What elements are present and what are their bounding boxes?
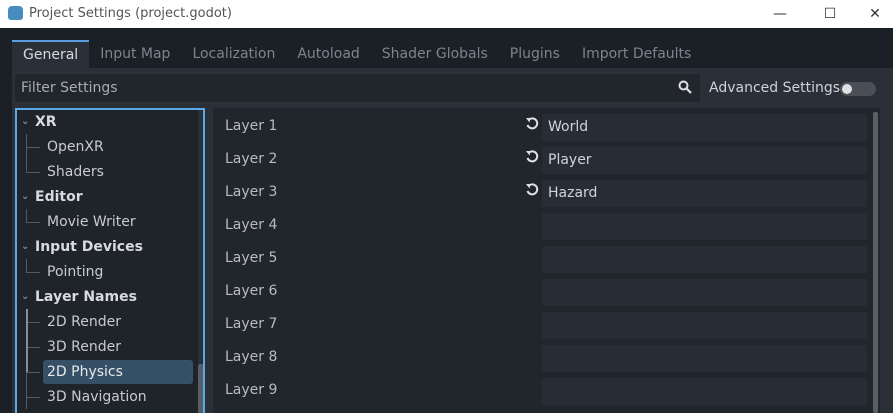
tab-plugins[interactable]: Plugins <box>499 40 571 68</box>
tree-item-label: 2D Render <box>47 314 121 330</box>
tree-line <box>26 222 40 223</box>
layer-row: Layer 2 Player <box>213 143 868 174</box>
tree-line <box>26 309 28 372</box>
tree-item-label: Shaders <box>47 164 104 180</box>
tree-item-label: 3D Navigation <box>47 389 147 405</box>
layer-row: Layer 5 <box>213 242 868 273</box>
tree-item-shaders[interactable]: Shaders <box>43 160 108 184</box>
tree-line <box>26 322 40 323</box>
tree-item-label: Input Devices <box>35 239 143 255</box>
chevron-down-icon[interactable]: ⌄ <box>21 285 29 309</box>
chevron-down-icon[interactable]: ⌄ <box>21 235 29 259</box>
layer-name-input[interactable] <box>542 378 867 405</box>
tab-input-map[interactable]: Input Map <box>89 40 181 68</box>
layer-row: Layer 9 <box>213 374 868 405</box>
tree-item-label: 3D Render <box>47 339 121 355</box>
tab-localization[interactable]: Localization <box>181 40 286 68</box>
advanced-settings-toggle[interactable] <box>840 82 876 96</box>
layer-label: Layer 6 <box>225 283 278 299</box>
tree-item-pointing[interactable]: Pointing <box>43 260 107 284</box>
tree-item-xr[interactable]: ⌄ XR <box>21 110 57 134</box>
tree-item-openxr[interactable]: OpenXR <box>43 135 108 159</box>
tree-line <box>26 209 27 222</box>
chevron-down-icon[interactable]: ⌄ <box>21 110 29 134</box>
tree-item-label: Layer Names <box>35 289 137 305</box>
tree-item-label: OpenXR <box>47 139 104 155</box>
tree-item-label: Movie Writer <box>47 214 136 230</box>
layer-names-list: Layer 1 World Layer 2 Player Layer 3 Hazard La… <box>213 108 880 413</box>
tree-item-3d-render[interactable]: 3D Render <box>43 335 125 359</box>
tree-item-label: Editor <box>35 189 83 205</box>
settings-tree: ⌄ XR OpenXR Shaders ⌄ Editor Movie Writer ⌄ Inpu… <box>15 108 205 413</box>
tree-item-label: XR <box>35 114 57 130</box>
revert-icon[interactable] <box>525 149 539 163</box>
tree-line <box>26 347 40 348</box>
tree-item-label: 2D Physics <box>47 364 123 380</box>
main-scrollbar[interactable] <box>873 112 878 413</box>
layer-name-input[interactable] <box>542 246 867 273</box>
layer-label: Layer 4 <box>225 217 278 233</box>
tree-item-label: Pointing <box>47 264 104 280</box>
layer-name-input[interactable]: World <box>542 114 867 141</box>
close-button[interactable]: ✕ <box>860 3 890 25</box>
layer-name-input[interactable] <box>542 279 867 306</box>
tab-general[interactable]: General <box>12 40 90 68</box>
search-icon <box>678 80 692 94</box>
godot-logo-icon <box>8 6 23 20</box>
tree-item-movie-writer[interactable]: Movie Writer <box>43 210 140 234</box>
tab-shader-globals[interactable]: Shader Globals <box>371 40 499 68</box>
filter-settings-input[interactable]: Filter Settings <box>15 74 700 102</box>
chevron-down-icon[interactable]: ⌄ <box>21 185 29 209</box>
tree-item-editor[interactable]: ⌄ Editor <box>21 185 83 209</box>
maximize-button[interactable]: ☐ <box>815 3 845 25</box>
layer-name-input[interactable]: Player <box>542 147 867 174</box>
layer-label: Layer 2 <box>225 151 278 167</box>
layer-label: Layer 8 <box>225 349 278 365</box>
minimize-button[interactable]: — <box>765 3 795 25</box>
layer-name-input[interactable] <box>542 312 867 339</box>
layer-label: Layer 7 <box>225 316 278 332</box>
tree-scrollbar-thumb[interactable] <box>198 364 203 413</box>
layer-name-input[interactable]: Hazard <box>542 180 867 207</box>
revert-icon[interactable] <box>525 116 539 130</box>
tree-line <box>26 397 40 398</box>
revert-icon[interactable] <box>525 182 539 196</box>
tree-item-3d-navigation[interactable]: 3D Navigation <box>43 385 151 409</box>
filter-placeholder: Filter Settings <box>21 80 118 96</box>
layer-row: Layer 7 <box>213 308 868 339</box>
tree-line <box>26 372 40 373</box>
window-title: Project Settings (project.godot) <box>29 6 232 21</box>
tab-import-defaults[interactable]: Import Defaults <box>571 40 702 68</box>
tree-line <box>26 372 27 409</box>
tree-item-input-devices[interactable]: ⌄ Input Devices <box>21 235 143 259</box>
tree-line <box>26 259 27 272</box>
tree-line <box>26 172 40 173</box>
layer-label: Layer 9 <box>225 382 278 398</box>
layer-row: Layer 1 World <box>213 110 868 141</box>
layer-label: Layer 5 <box>225 250 278 266</box>
title-bar: Project Settings (project.godot) — ☐ ✕ <box>0 0 893 28</box>
layer-name-input[interactable] <box>542 213 867 240</box>
advanced-settings-label: Advanced Settings <box>709 80 841 96</box>
tree-line <box>26 272 40 273</box>
tab-autoload[interactable]: Autoload <box>286 40 370 68</box>
layer-row: Layer 8 <box>213 341 868 372</box>
layer-label: Layer 3 <box>225 184 278 200</box>
layer-label: Layer 1 <box>225 118 278 134</box>
tree-line <box>26 134 27 172</box>
layer-row: Layer 6 <box>213 275 868 306</box>
tab-bar: General Input Map Localization Autoload Shad… <box>12 40 702 68</box>
layer-name-input[interactable] <box>542 345 867 372</box>
tree-item-layer-names[interactable]: ⌄ Layer Names <box>21 285 137 309</box>
layer-row: Layer 3 Hazard <box>213 176 868 207</box>
tree-item-2d-render[interactable]: 2D Render <box>43 310 125 334</box>
tree-line <box>26 147 40 148</box>
tree-scrollbar[interactable] <box>198 110 203 413</box>
layer-row: Layer 4 <box>213 209 868 240</box>
tree-item-2d-physics[interactable]: 2D Physics <box>43 360 193 384</box>
